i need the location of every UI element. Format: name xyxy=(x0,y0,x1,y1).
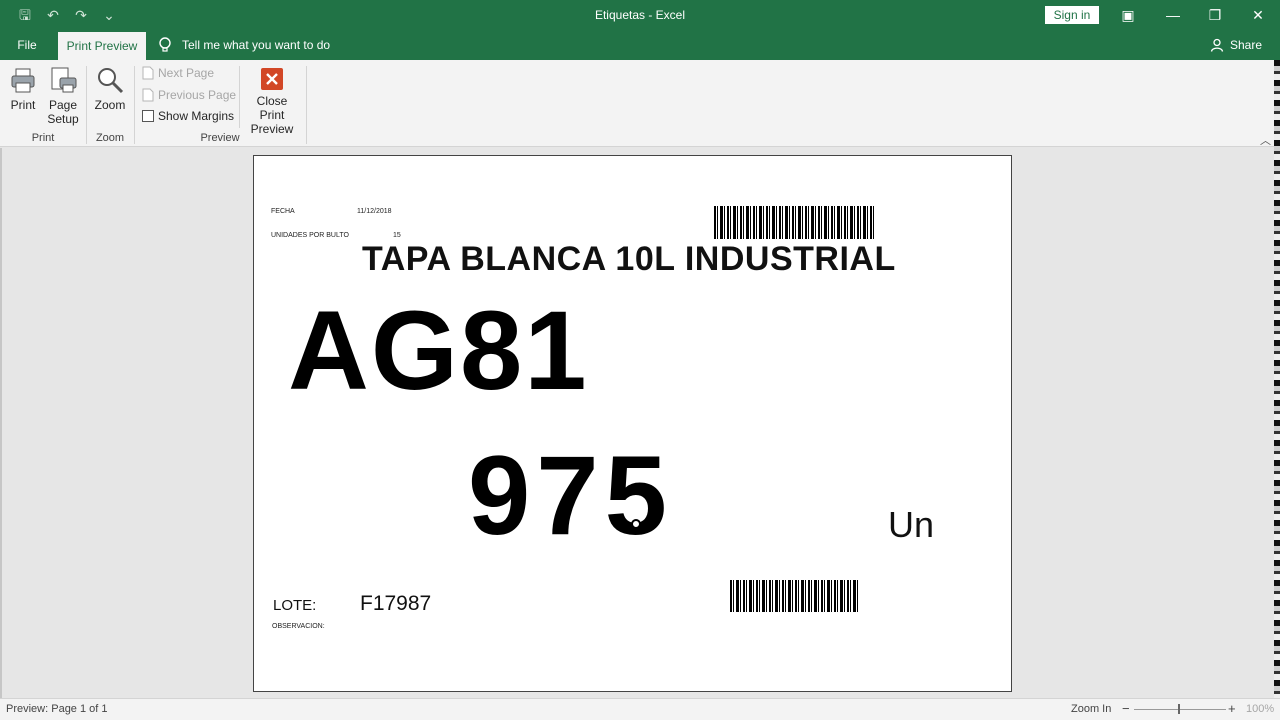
person-icon xyxy=(1210,38,1224,52)
group-divider xyxy=(306,66,307,144)
lote-value: F17987 xyxy=(360,592,432,615)
zoom-out-button[interactable]: − xyxy=(1122,701,1130,716)
ribbon-display-options-icon[interactable]: ▣ xyxy=(1113,4,1143,26)
minimize-button[interactable]: — xyxy=(1158,4,1188,26)
page-setup-button[interactable]: Page Setup xyxy=(46,66,80,126)
next-page-label: Next Page xyxy=(158,66,215,80)
close-print-preview-button[interactable]: Close Print Preview xyxy=(243,68,301,136)
zoom-in-button[interactable]: + xyxy=(1228,701,1236,716)
page-setup-label-1: Page xyxy=(48,98,78,112)
zoom-in-status: Zoom In xyxy=(1071,703,1112,715)
preview-group-label: Preview xyxy=(200,132,240,144)
show-margins-label: Show Margins xyxy=(158,109,235,123)
zoom-button[interactable]: Zoom xyxy=(92,66,128,112)
previous-page-icon xyxy=(142,88,154,102)
group-divider xyxy=(239,66,240,128)
lightbulb-icon xyxy=(159,37,171,52)
next-page-button[interactable]: Next Page xyxy=(142,66,214,80)
unidades-value: 15 xyxy=(393,232,401,239)
zoom-percent[interactable]: 100% xyxy=(1246,703,1274,715)
title-bar: 🖫 ↶ ↷ ⌄ Etiquetas - Excel Sign in ▣ — ❐ … xyxy=(0,0,1280,30)
page-setup-icon xyxy=(51,67,77,93)
ribbon: Print Page Setup Print Zoom Zoom Next Pa… xyxy=(0,60,1280,147)
unit-label: Un xyxy=(888,504,935,545)
zoom-slider-thumb[interactable] xyxy=(1178,704,1180,714)
product-code: AG81 xyxy=(288,288,589,413)
quantity-value: 975 xyxy=(468,433,673,558)
preview-page-info: Preview: Page 1 of 1 xyxy=(6,703,108,715)
close-x-icon xyxy=(261,68,283,90)
unidades-label: UNIDADES POR BULTO xyxy=(271,232,349,239)
restore-button[interactable]: ❐ xyxy=(1200,4,1230,26)
share-label: Share xyxy=(1230,38,1263,52)
close-preview-label-1: Close Print xyxy=(256,94,288,122)
zoom-label: Zoom xyxy=(94,98,126,112)
share-button[interactable]: Share xyxy=(1210,30,1262,60)
preview-page[interactable]: FECHA 11/12/2018 UNIDADES POR BULTO 15 T… xyxy=(253,155,1012,692)
sign-in-button[interactable]: Sign in xyxy=(1045,6,1099,24)
print-label: Print xyxy=(10,98,36,112)
ribbon-tabs: File Print Preview Tell me what you want… xyxy=(0,30,1280,60)
barcode-top xyxy=(714,206,876,239)
magnifier-icon xyxy=(98,68,124,94)
close-window-button[interactable]: ✕ xyxy=(1243,4,1273,26)
zoom-cursor-icon xyxy=(631,519,641,529)
zoom-slider-track[interactable] xyxy=(1134,709,1226,710)
product-description: TAPA BLANCA 10L INDUSTRIAL xyxy=(362,240,896,278)
tab-file[interactable]: File xyxy=(10,30,44,60)
checkbox-box[interactable] xyxy=(142,110,154,122)
show-margins-checkbox[interactable]: Show Margins xyxy=(142,109,234,123)
collapse-ribbon-icon[interactable]: ︿ xyxy=(1260,132,1271,148)
status-bar: Preview: Page 1 of 1 Zoom In − + 100% xyxy=(0,698,1280,720)
print-button[interactable]: Print xyxy=(8,66,38,112)
tell-me-text: Tell me what you want to do xyxy=(182,38,331,52)
observacion-label: OBSERVACION: xyxy=(272,623,325,630)
fecha-value: 11/12/2018 xyxy=(357,208,392,215)
lote-label: LOTE: xyxy=(273,597,317,614)
page-setup-label-2: Setup xyxy=(47,112,79,126)
background-scrollbar-strip xyxy=(1274,60,1280,720)
next-page-icon xyxy=(142,66,154,80)
printer-icon xyxy=(11,68,35,93)
previous-page-button[interactable]: Previous Page xyxy=(142,88,236,102)
tell-me-search[interactable]: Tell me what you want to do xyxy=(158,30,330,60)
previous-page-label: Previous Page xyxy=(158,88,237,102)
zoom-group-label: Zoom xyxy=(95,132,125,144)
tab-print-preview[interactable]: Print Preview xyxy=(58,32,146,60)
barcode-bottom xyxy=(730,580,860,612)
print-group-label: Print xyxy=(31,132,55,144)
fecha-label: FECHA xyxy=(271,208,295,215)
